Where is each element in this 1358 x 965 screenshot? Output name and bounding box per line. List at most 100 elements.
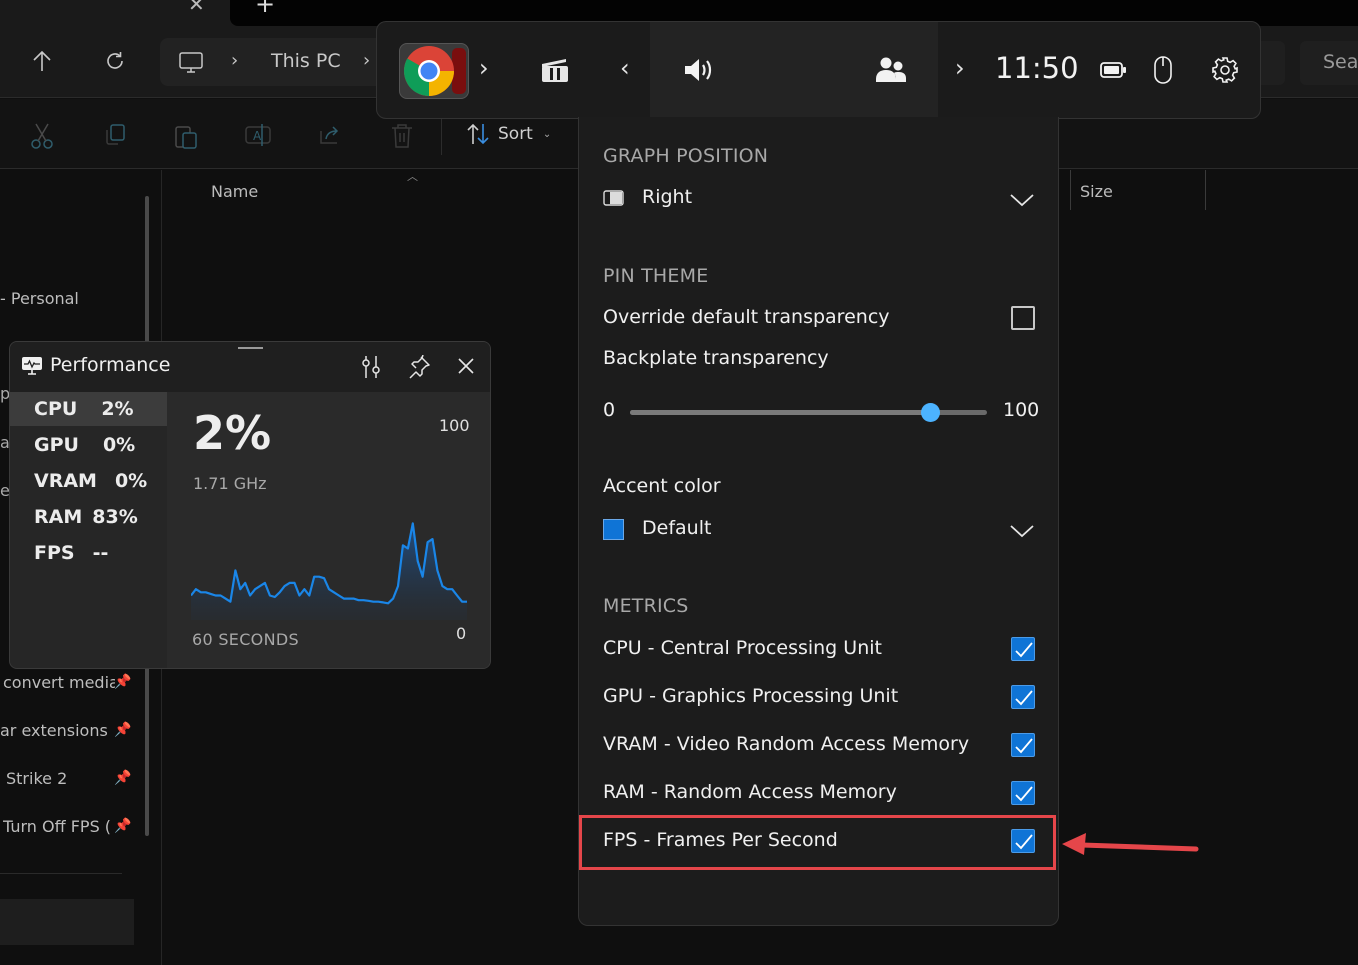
mouse-icon[interactable]	[1154, 56, 1172, 84]
pin-icon: 📌	[114, 770, 132, 786]
column-separator[interactable]	[1070, 170, 1071, 210]
game-bar: › ‹ › 11:50	[376, 21, 1261, 119]
sidebar-pinned-item[interactable]: Strike 2	[6, 769, 116, 788]
pin-widget-icon[interactable]	[407, 354, 431, 383]
performance-widget-title: Performance	[50, 354, 171, 376]
share-icon[interactable]	[318, 123, 342, 151]
metric-value: 0%	[114, 470, 148, 492]
svg-text:A: A	[253, 129, 262, 143]
performance-widget-header[interactable]: Performance	[10, 342, 490, 392]
tab-close-icon[interactable]: ✕	[188, 0, 205, 16]
usage-graph	[191, 522, 467, 620]
chevron-down-icon: ⌄	[542, 128, 552, 140]
metric-tab-vram[interactable]: VRAM 0%	[10, 464, 167, 498]
chevron-right-icon[interactable]: ›	[479, 54, 489, 82]
breadcrumb-chevron-icon[interactable]: ›	[363, 50, 370, 71]
metric-name: RAM	[34, 506, 83, 528]
chrome-icon	[403, 46, 466, 97]
metric-tab-gpu[interactable]: GPU 0%	[10, 428, 167, 462]
chrome-app-button[interactable]	[399, 43, 469, 99]
performance-settings-panel: GRAPH POSITION Right PIN THEME Override …	[578, 117, 1059, 926]
override-transparency-checkbox[interactable]	[1011, 306, 1035, 330]
column-header-name[interactable]: Name	[211, 182, 258, 201]
accent-color-swatch	[603, 519, 624, 540]
sidebar-pinned-item[interactable]: Turn Off FPS (	[3, 817, 115, 836]
rename-icon[interactable]: A	[245, 123, 271, 151]
metric-value: 83%	[92, 506, 138, 528]
chevron-down-icon[interactable]	[1009, 192, 1035, 211]
up-arrow-icon[interactable]	[32, 50, 52, 76]
battery-icon[interactable]	[1100, 62, 1126, 78]
sort-ascending-icon: ︿	[407, 170, 418, 183]
metric-tab-fps[interactable]: FPS --	[10, 536, 167, 570]
clock-time: 11:50	[995, 51, 1079, 85]
delete-icon[interactable]	[390, 123, 414, 153]
annotation-arrow-icon	[1062, 833, 1199, 855]
annotation-highlight-box	[579, 815, 1056, 870]
sort-label: Sort	[498, 124, 533, 144]
metric-value: 0%	[102, 434, 136, 456]
sidebar-pinned-item[interactable]: ar extensions	[0, 721, 112, 740]
performance-monitor-icon	[22, 357, 42, 379]
social-people-icon[interactable]	[876, 57, 906, 83]
accent-color-value: Default	[642, 517, 712, 539]
override-transparency-label: Override default transparency	[603, 306, 890, 328]
close-icon[interactable]	[457, 357, 475, 379]
toolbar-separator	[441, 113, 442, 155]
metric-option-vram-checkbox[interactable]	[1011, 733, 1035, 757]
breadcrumb-chevron-icon: ›	[231, 50, 239, 71]
breadcrumb-this-pc[interactable]: This PC	[271, 50, 341, 72]
metric-option-cpu-checkbox[interactable]	[1011, 637, 1035, 661]
metric-option-ram-checkbox[interactable]	[1011, 781, 1035, 805]
copy-icon[interactable]	[103, 123, 127, 151]
column-header-size[interactable]: Size	[1080, 182, 1113, 201]
metric-tab-ram[interactable]: RAM 83%	[10, 500, 167, 534]
search-placeholder: Sea	[1323, 51, 1358, 73]
sort-button[interactable]: Sort ⌄	[466, 123, 551, 145]
paste-icon[interactable]	[174, 123, 198, 153]
chevron-down-icon[interactable]	[1009, 523, 1035, 542]
chevron-left-icon[interactable]: ‹	[620, 54, 630, 82]
refresh-icon[interactable]	[104, 50, 126, 76]
metric-name: CPU	[34, 398, 78, 420]
sidebar-item-personal[interactable]: - Personal	[0, 289, 120, 308]
new-tab-icon[interactable]: +	[255, 0, 275, 18]
pin-icon: 📌	[114, 722, 132, 738]
metric-option-vram-label: VRAM - Video Random Access Memory	[603, 733, 970, 755]
metric-detail: 2% 1.71 GHz 100 60 SECONDS 0	[167, 392, 490, 668]
metric-name: VRAM	[34, 470, 97, 492]
slider-thumb[interactable]	[920, 403, 940, 422]
performance-widget: Performance CPU 2% GPU 0% VRAM 0% RAM 83% FP…	[9, 341, 491, 669]
widget-menu-icon[interactable]	[539, 56, 571, 86]
current-metric-value: 2%	[193, 406, 272, 460]
audio-icon[interactable]	[683, 57, 713, 83]
metric-name: GPU	[34, 434, 79, 456]
metric-tab-cpu[interactable]: CPU 2%	[10, 392, 167, 426]
section-heading-pin-theme: PIN THEME	[603, 265, 709, 287]
address-bar[interactable]: › This PC ›	[160, 38, 390, 86]
search-input[interactable]: Sea	[1300, 41, 1358, 85]
pin-icon: 📌	[114, 818, 132, 834]
sidebar-pinned-item[interactable]: convert media	[3, 673, 115, 692]
metric-option-cpu-label: CPU - Central Processing Unit	[603, 637, 882, 659]
cut-icon[interactable]	[30, 123, 54, 153]
backplate-transparency-slider[interactable]	[630, 403, 987, 422]
chevron-right-icon[interactable]: ›	[955, 54, 965, 82]
settings-gear-icon[interactable]	[1212, 57, 1238, 83]
section-heading-metrics: METRICS	[603, 595, 689, 617]
metric-option-ram-label: RAM - Random Access Memory	[603, 781, 897, 803]
options-sliders-icon[interactable]	[360, 355, 382, 383]
metric-value: 2%	[101, 398, 134, 420]
metric-option-gpu-checkbox[interactable]	[1011, 685, 1035, 709]
slider-max-label: 100	[1003, 399, 1040, 421]
sidebar-item-selected[interactable]	[0, 899, 134, 945]
metric-option-gpu-label: GPU - Graphics Processing Unit	[603, 685, 899, 707]
graph-span-label: 60 SECONDS	[192, 630, 299, 649]
drag-handle[interactable]	[238, 347, 263, 349]
sort-icon	[467, 123, 489, 145]
graph-position-icon	[603, 190, 624, 210]
accent-color-label: Accent color	[603, 475, 721, 497]
usage-graph-area	[191, 523, 467, 620]
column-separator[interactable]	[1205, 170, 1206, 210]
metric-name: FPS	[34, 542, 75, 564]
